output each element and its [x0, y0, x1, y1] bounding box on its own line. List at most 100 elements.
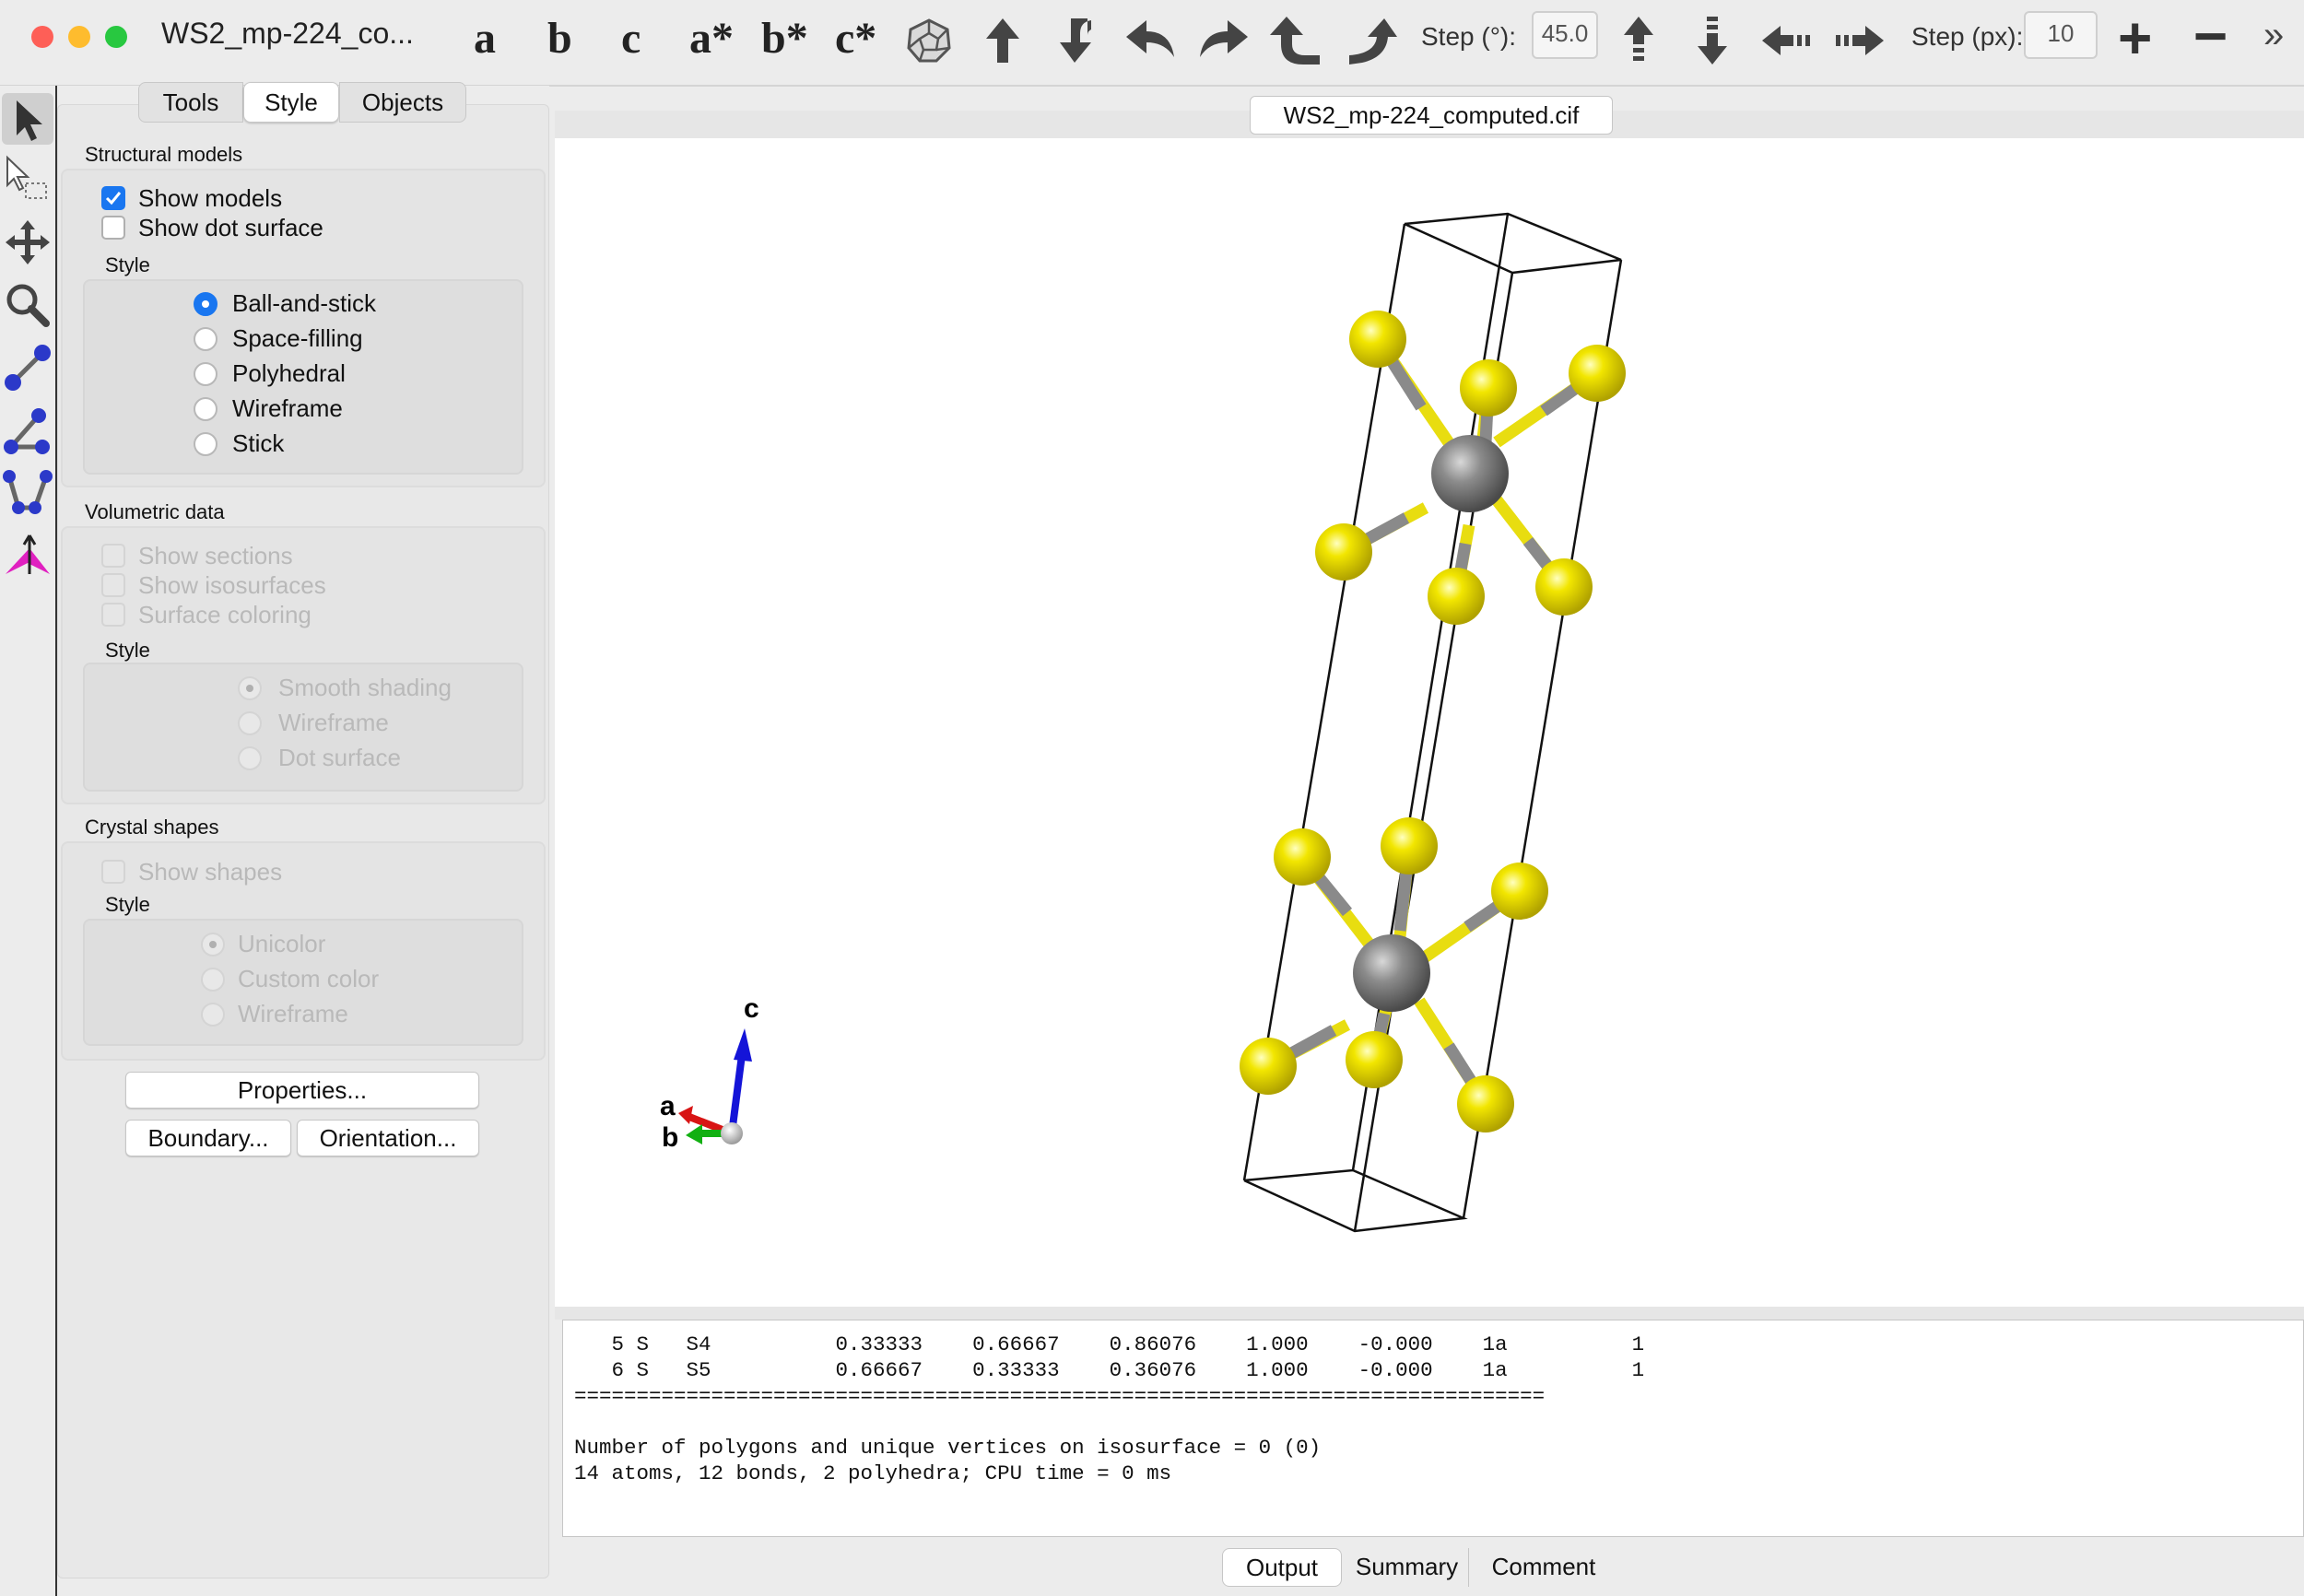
sulfur-atom[interactable] — [1457, 1075, 1514, 1132]
lattice-plane-icon[interactable] — [2, 530, 53, 581]
dihedral-tool-icon[interactable] — [2, 467, 53, 519]
zoom-window-button[interactable] — [105, 26, 127, 48]
axis-label-b: b — [662, 1122, 678, 1153]
zoom-out-button[interactable]: − — [2193, 2, 2228, 70]
view-along-a-star-button[interactable]: a* — [689, 13, 734, 64]
translate-tool-icon[interactable] — [2, 217, 53, 268]
smooth-shading-label: Smooth shading — [278, 674, 452, 701]
radio-stick[interactable] — [194, 432, 217, 456]
sulfur-atom[interactable] — [1569, 345, 1626, 402]
sulfur-atom[interactable] — [1349, 311, 1406, 368]
radio-wireframe[interactable] — [194, 397, 217, 421]
view-along-b-star-button[interactable]: b* — [761, 13, 808, 64]
boundary-button[interactable]: Boundary... — [125, 1120, 291, 1156]
sulfur-atom[interactable] — [1315, 523, 1372, 581]
show-shapes-checkbox[interactable] — [101, 860, 125, 884]
sulfur-atom[interactable] — [1274, 828, 1331, 886]
file-tab[interactable]: WS2_mp-224_computed.cif — [1250, 96, 1613, 135]
view-along-b-button[interactable]: b — [547, 13, 572, 64]
translate-left-icon[interactable] — [1757, 11, 1816, 70]
close-window-button[interactable] — [31, 26, 53, 48]
step-pixels-input[interactable]: 10 — [2024, 11, 2098, 59]
rotate-right-icon[interactable] — [1194, 11, 1253, 70]
show-isosurfaces-checkbox[interactable] — [101, 573, 125, 597]
style-panel: Tools Style Objects Structural models Sh… — [57, 82, 549, 1588]
rotate-down-icon[interactable] — [1047, 11, 1106, 70]
step-pixels-label: Step (px): — [1911, 22, 2024, 51]
tab-style[interactable]: Style — [243, 82, 339, 123]
tungsten-atom[interactable] — [1353, 934, 1430, 1012]
sulfur-atom[interactable] — [1535, 558, 1593, 616]
select-arrow-icon[interactable] — [2, 93, 53, 145]
radio-custom-color[interactable] — [201, 968, 225, 992]
distance-tool-icon[interactable] — [2, 342, 53, 393]
sulfur-atom[interactable] — [1460, 359, 1517, 417]
show-isosurfaces-label: Show isosurfaces — [138, 571, 326, 599]
minimize-window-button[interactable] — [68, 26, 90, 48]
radio-smooth-shading[interactable] — [238, 676, 262, 700]
toolbar: WS2_mp-224_co... a b c a* b* c* Step (°)… — [0, 0, 2304, 87]
volumetric-data-heading: Volumetric data — [85, 500, 225, 523]
sulfur-atom[interactable] — [1381, 817, 1438, 874]
volumetric-style-heading: Style — [105, 639, 150, 662]
step-degrees-input[interactable]: 45.0 — [1532, 11, 1598, 59]
stick-label: Stick — [232, 429, 285, 457]
rotate-left-icon[interactable] — [1121, 11, 1180, 70]
crystal-shapes-heading: Crystal shapes — [85, 816, 219, 839]
magnifier-icon[interactable] — [2, 279, 53, 331]
tab-output[interactable]: Output — [1222, 1548, 1342, 1587]
translate-up-icon[interactable] — [1609, 11, 1668, 70]
polyhedral-label: Polyhedral — [232, 359, 346, 387]
surface-coloring-checkbox[interactable] — [101, 603, 125, 627]
wireframe-label: Wireframe — [232, 394, 343, 422]
show-sections-label: Show sections — [138, 542, 293, 569]
radio-ball-and-stick[interactable] — [194, 292, 217, 316]
crystal-structure-canvas[interactable]: c a b — [555, 138, 2304, 1307]
orientation-button[interactable]: Orientation... — [297, 1120, 479, 1156]
output-console[interactable]: 5 S S4 0.33333 0.66667 0.86076 1.000 -0.… — [562, 1320, 2304, 1537]
zoom-in-button[interactable]: + — [2118, 4, 2152, 72]
rotate-cw-icon[interactable] — [1342, 11, 1401, 70]
more-tools-button[interactable]: » — [2263, 15, 2284, 56]
rotate-ccw-icon[interactable] — [1268, 11, 1327, 70]
translate-down-icon[interactable] — [1683, 11, 1742, 70]
translate-right-icon[interactable] — [1830, 11, 1889, 70]
radio-volumetric-wireframe[interactable] — [238, 711, 262, 735]
sulfur-atom[interactable] — [1346, 1031, 1403, 1088]
volumetric-wireframe-label: Wireframe — [278, 709, 389, 736]
radio-dot-surface[interactable] — [238, 746, 262, 770]
sulfur-atom[interactable] — [1491, 863, 1548, 920]
show-dot-surface-checkbox[interactable] — [101, 216, 125, 240]
select-region-icon[interactable] — [2, 154, 53, 205]
radio-shape-wireframe[interactable] — [201, 1003, 225, 1027]
dot-surface-label: Dot surface — [278, 744, 401, 771]
rotate-up-icon[interactable] — [973, 11, 1032, 70]
radio-unicolor[interactable] — [201, 933, 225, 956]
sulfur-atom[interactable] — [1240, 1038, 1297, 1095]
crystal-style-heading: Style — [105, 893, 150, 916]
properties-button[interactable]: Properties... — [125, 1072, 479, 1109]
tab-summary[interactable]: Summary — [1346, 1548, 1469, 1587]
tab-comment[interactable]: Comment — [1471, 1548, 1616, 1587]
tab-objects[interactable]: Objects — [339, 82, 466, 123]
surface-coloring-label: Surface coloring — [138, 601, 312, 628]
step-degrees-label: Step (°): — [1421, 22, 1517, 51]
radio-space-filling[interactable] — [194, 327, 217, 351]
view-along-a-button[interactable]: a — [474, 13, 496, 64]
view-along-c-button[interactable]: c — [621, 13, 641, 64]
splitter[interactable] — [555, 1307, 2304, 1320]
radio-polyhedral[interactable] — [194, 362, 217, 386]
output-line: Number of polygons and unique vertices o… — [574, 1436, 1322, 1460]
structural-models-heading: Structural models — [85, 143, 243, 166]
sulfur-atom[interactable] — [1428, 568, 1485, 625]
view-along-c-star-button[interactable]: c* — [835, 13, 876, 64]
show-sections-checkbox[interactable] — [101, 544, 125, 568]
show-models-checkbox[interactable] — [101, 186, 125, 210]
angle-tool-icon[interactable] — [2, 405, 53, 456]
tungsten-atom[interactable] — [1431, 435, 1509, 512]
polyhedron-view-icon[interactable] — [899, 11, 958, 70]
upper-ws6-octahedron — [1315, 311, 1626, 625]
structure-viewer[interactable]: c a b — [555, 138, 2304, 1307]
tab-tools[interactable]: Tools — [138, 82, 243, 123]
